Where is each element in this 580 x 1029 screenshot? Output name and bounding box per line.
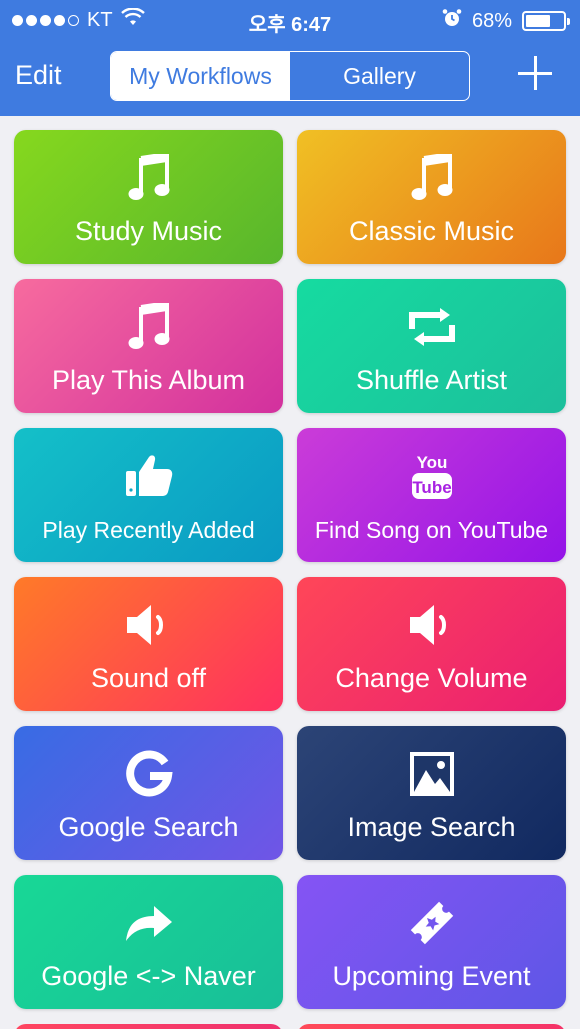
segmented-control: My Workflows Gallery [110, 51, 470, 101]
thumbs-up-icon [125, 450, 173, 502]
battery-percent: 68% [471, 9, 512, 32]
workflow-label: Play Recently Added [42, 517, 255, 543]
workflow-tile-change-volume[interactable]: Change Volume [297, 577, 566, 711]
alarm-icon [442, 8, 462, 34]
music-note-icon [410, 152, 454, 204]
workflow-label: Play This Album [51, 365, 246, 395]
battery-icon [522, 11, 570, 31]
workflow-tile-classic-music[interactable]: Classic Music [297, 130, 566, 264]
music-note-icon [127, 152, 171, 204]
app-header: KT 오후 6:47 68% Edit My Workflows Gallery [0, 0, 580, 116]
workflow-tile-study-music[interactable]: Study Music [14, 130, 283, 264]
workflow-label: Image Search [347, 812, 516, 842]
workflow-tile-play-recently-added[interactable]: Play Recently Added [14, 428, 283, 562]
workflow-tile-partial[interactable] [14, 1024, 283, 1029]
ticket-icon [408, 897, 456, 949]
repeat-icon [408, 301, 456, 353]
workflow-tile-google-search[interactable]: Google Search [14, 726, 283, 860]
svg-text:You: You [416, 453, 447, 472]
workflow-tile-google-naver[interactable]: Google <-> Naver [14, 875, 283, 1009]
speaker-icon [408, 599, 456, 651]
edit-button[interactable]: Edit [15, 60, 62, 91]
image-icon [408, 748, 456, 800]
workflow-label: Shuffle Artist [355, 365, 508, 395]
tab-gallery[interactable]: Gallery [290, 52, 469, 100]
workflow-label: Change Volume [335, 663, 528, 693]
navigation-bar: Edit My Workflows Gallery [0, 38, 580, 116]
workflow-label: Upcoming Event [332, 961, 531, 991]
workflow-grid: Study Music Classic Music Play This Albu… [14, 130, 566, 1029]
music-note-icon [127, 301, 171, 353]
workflow-tile-upcoming-event[interactable]: Upcoming Event [297, 875, 566, 1009]
workflow-label: Classic Music [348, 216, 515, 246]
google-icon [125, 748, 173, 800]
workflow-tile-sound-off[interactable]: Sound off [14, 577, 283, 711]
status-bar: KT 오후 6:47 68% [0, 0, 580, 38]
plus-icon[interactable] [518, 56, 552, 90]
workflow-tile-play-this-album[interactable]: Play This Album [14, 279, 283, 413]
workflow-tile-image-search[interactable]: Image Search [297, 726, 566, 860]
workflow-tile-shuffle-artist[interactable]: Shuffle Artist [297, 279, 566, 413]
svg-text:Tube: Tube [412, 478, 451, 497]
workflow-tile-partial[interactable] [297, 1024, 566, 1029]
share-arrow-icon [124, 897, 174, 949]
workflow-label: Google <-> Naver [41, 961, 256, 991]
youtube-icon: You Tube [410, 450, 454, 502]
workflow-label: Sound off [90, 663, 207, 693]
workflow-tile-find-song-youtube[interactable]: You Tube Find Song on YouTube [297, 428, 566, 562]
workflow-label: Find Song on YouTube [314, 517, 549, 543]
speaker-icon [125, 599, 173, 651]
workflow-label: Google Search [58, 812, 239, 842]
workflow-label: Study Music [74, 216, 223, 246]
tab-my-workflows[interactable]: My Workflows [111, 52, 290, 100]
